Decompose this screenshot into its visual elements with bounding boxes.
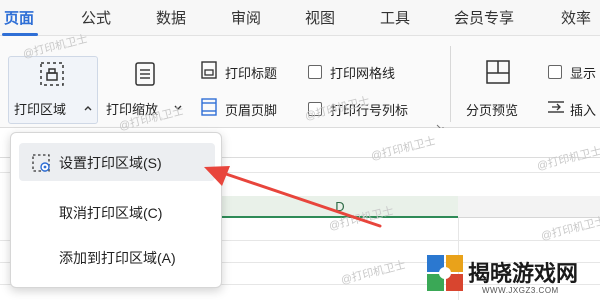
site-logo-icon (427, 255, 463, 291)
site-logo-name: 揭晓游戏网 (468, 261, 579, 286)
annotation-arrow (204, 166, 382, 228)
site-logo-url: WWW.JXGZ3.COM (482, 286, 559, 295)
